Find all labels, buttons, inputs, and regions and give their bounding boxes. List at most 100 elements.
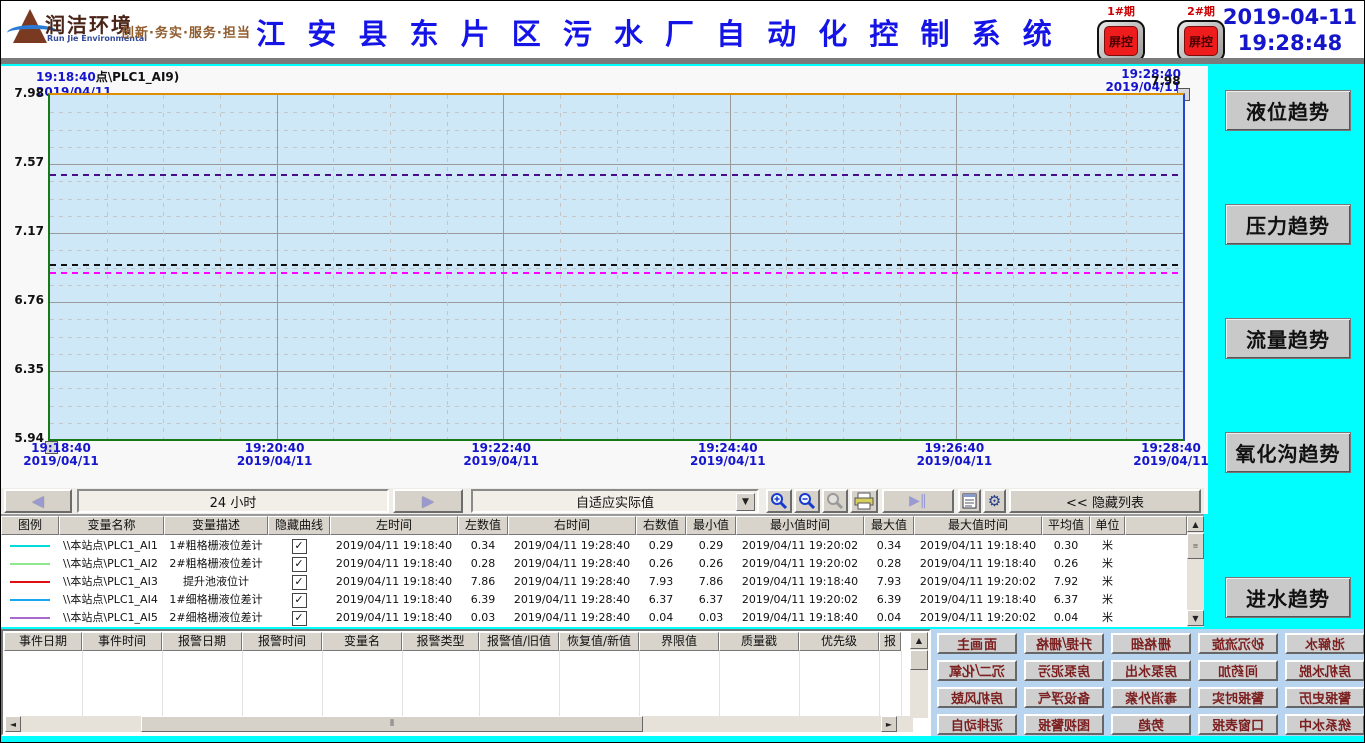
phase1-screen-button[interactable]: 屏控 <box>1097 20 1145 62</box>
event-header-cell[interactable]: 报 <box>879 632 901 651</box>
nav-button-13[interactable]: 紫外消毒 <box>1111 687 1191 708</box>
event-table-hscrollbar[interactable]: ◄ ⫴ ► <box>5 716 913 732</box>
nav-button-12[interactable]: 气浮设备 <box>1024 687 1104 708</box>
table-row[interactable]: \\本站点\PLC1_AI11#粗格栅液位差计✓2019/04/11 19:18… <box>1 537 1187 555</box>
table-cell: \\本站点\PLC1_AI1 <box>59 537 164 555</box>
legend-header-cell[interactable]: 图例 <box>1 516 59 535</box>
legend-header-cell[interactable]: 左时间 <box>330 516 458 535</box>
legend-header-cell[interactable]: 右时间 <box>508 516 636 535</box>
scroll-down-icon[interactable]: ▼ <box>1187 610 1204 626</box>
table-cell: 7.86 <box>458 573 508 591</box>
table-cell: 2019/04/11 19:18:40 <box>330 555 458 573</box>
table-row[interactable]: \\本站点\PLC1_AI52#细格栅液位差计✓2019/04/11 19:18… <box>1 609 1187 627</box>
report-button[interactable] <box>958 489 981 513</box>
legend-header-cell[interactable]: 最小值时间 <box>736 516 864 535</box>
table-cell: ✓ <box>268 555 330 573</box>
table-cell: 0.28 <box>864 555 914 573</box>
sidebar-button-2[interactable]: 压力趋势 <box>1225 204 1351 245</box>
nav-button-10[interactable]: 脱水机房 <box>1285 660 1365 681</box>
nav-button-1[interactable]: 主画面 <box>937 633 1017 654</box>
plot-area[interactable] <box>48 93 1185 441</box>
event-header-cell[interactable]: 报警类型 <box>402 632 479 651</box>
nav-button-9[interactable]: 加药间 <box>1198 660 1278 681</box>
nav-button-17[interactable]: 报警视图 <box>1024 714 1104 735</box>
scroll-up-icon[interactable]: ▲ <box>910 632 928 649</box>
scale-mode-dropdown[interactable]: 自适应实际值 ▼ <box>471 489 759 513</box>
event-header-cell[interactable]: 事件时间 <box>82 632 162 651</box>
event-header-cell[interactable]: 质量戳 <box>719 632 799 651</box>
legend-header-cell[interactable]: 左数值 <box>458 516 508 535</box>
legend-header-cell[interactable]: 变量名称 <box>59 516 164 535</box>
scroll-left-icon[interactable]: ◄ <box>5 716 21 732</box>
pause-resume-button[interactable]: ▶‖ <box>882 489 954 513</box>
sidebar-button-3[interactable]: 流量趋势 <box>1225 318 1351 359</box>
table-row[interactable]: \\本站点\PLC1_AI3提升池液位计✓2019/04/11 19:18:40… <box>1 573 1187 591</box>
legend-header-cell[interactable]: 单位 <box>1090 516 1125 535</box>
nav-button-19[interactable]: 报表窗口 <box>1198 714 1278 735</box>
nav-button-11[interactable]: 鼓风机房 <box>937 687 1017 708</box>
hide-curve-checkbox[interactable]: ✓ <box>292 557 307 572</box>
hide-list-button[interactable]: << 隐藏列表 <box>1009 489 1201 513</box>
nav-button-3[interactable]: 细格栅 <box>1111 633 1191 654</box>
event-header-cell[interactable]: 恢复值/新值 <box>559 632 639 651</box>
event-header-cell[interactable]: 报警时间 <box>242 632 322 651</box>
event-header-cell[interactable]: 报警日期 <box>162 632 242 651</box>
nav-button-6[interactable]: 氧化/二沉 <box>937 660 1017 681</box>
table-row[interactable]: \\本站点\PLC1_AI41#细格栅液位差计✓2019/04/11 19:18… <box>1 591 1187 609</box>
nav-button-5[interactable]: 水解池 <box>1285 633 1365 654</box>
sidebar-button-4[interactable]: 氧化沟趋势 <box>1225 432 1351 473</box>
scroll-right-icon[interactable]: ► <box>881 716 897 732</box>
scroll-up-icon[interactable]: ▲ <box>1187 516 1204 532</box>
time-span-field[interactable]: 24 小时 <box>77 489 389 513</box>
legend-header-cell[interactable] <box>1125 516 1187 535</box>
hide-curve-checkbox[interactable]: ✓ <box>292 611 307 626</box>
legend-table-scrollbar[interactable]: ▲ ≡ ▼ <box>1187 516 1204 627</box>
legend-header-cell[interactable]: 最小值 <box>686 516 736 535</box>
event-table-vscrollbar[interactable]: ▲ <box>910 632 928 718</box>
sidebar-button-1[interactable]: 液位趋势 <box>1225 90 1351 131</box>
print-button[interactable] <box>850 489 878 513</box>
nav-button-8[interactable]: 出水泵房 <box>1111 660 1191 681</box>
scrollbar-thumb[interactable]: ≡ <box>1187 533 1204 559</box>
event-header-cell[interactable]: 事件日期 <box>4 632 82 651</box>
hide-curve-checkbox[interactable]: ✓ <box>292 539 307 554</box>
table-cell: 7.86 <box>686 573 736 591</box>
nav-button-16[interactable]: 自动排泥 <box>937 714 1017 735</box>
legend-header-cell[interactable]: 最大值时间 <box>914 516 1042 535</box>
legend-header-cell[interactable]: 变量描述 <box>164 516 268 535</box>
scrollbar-thumb[interactable]: ⫴ <box>141 716 643 732</box>
event-header-cell[interactable]: 优先级 <box>799 632 879 651</box>
table-row[interactable]: \\本站点\PLC1_AI22#粗格栅液位差计✓2019/04/11 19:18… <box>1 555 1187 573</box>
nav-button-2[interactable]: 格栅/提升 <box>1024 633 1104 654</box>
current-date: 2019-04-11 <box>1220 5 1360 29</box>
chevron-down-icon[interactable]: ▼ <box>736 493 755 511</box>
event-header-cell[interactable]: 报警值/旧值 <box>479 632 559 651</box>
nav-button-7[interactable]: 污泥泵房 <box>1024 660 1104 681</box>
settings-button[interactable]: ⚙ <box>983 489 1006 513</box>
legend-header-cell[interactable]: 隐藏曲线 <box>268 516 330 535</box>
event-header-cell[interactable]: 变量名 <box>322 632 402 651</box>
page-title: 江 安 县 东 片 区 污 水 厂 自 动 化 控 制 系 统 <box>251 11 1063 53</box>
legend-header-cell[interactable]: 右数值 <box>636 516 686 535</box>
nav-button-4[interactable]: 旋流沉砂 <box>1198 633 1278 654</box>
hide-curve-checkbox[interactable]: ✓ <box>292 575 307 590</box>
scroll-left-button[interactable]: ◀ <box>4 489 72 513</box>
nav-button-18[interactable]: 趋 势 <box>1111 714 1191 735</box>
scrollbar-thumb[interactable] <box>910 650 928 670</box>
event-header-cell[interactable]: 界限值 <box>639 632 719 651</box>
x-tick-label: 19:24:402019/04/11 <box>668 442 788 468</box>
nav-button-14[interactable]: 实时报警 <box>1198 687 1278 708</box>
nav-button-20[interactable]: 中水系统 <box>1285 714 1365 735</box>
zoom-out-button[interactable] <box>794 489 820 513</box>
sidebar-button-5[interactable]: 进水趋势 <box>1225 577 1351 618</box>
zoom-in-button[interactable] <box>766 489 792 513</box>
legend-color-line <box>10 581 50 583</box>
gridline-v-minor <box>843 95 844 439</box>
legend-header-cell[interactable]: 最大值 <box>864 516 914 535</box>
phase2-screen-button[interactable]: 屏控 <box>1177 20 1225 62</box>
scroll-right-button[interactable]: ▶ <box>393 489 463 513</box>
legend-header-cell[interactable]: 平均值 <box>1042 516 1090 535</box>
nav-button-15[interactable]: 历史报警 <box>1285 687 1365 708</box>
hide-curve-checkbox[interactable]: ✓ <box>292 593 307 608</box>
table-cell: 2019/04/11 19:28:40 <box>508 573 636 591</box>
